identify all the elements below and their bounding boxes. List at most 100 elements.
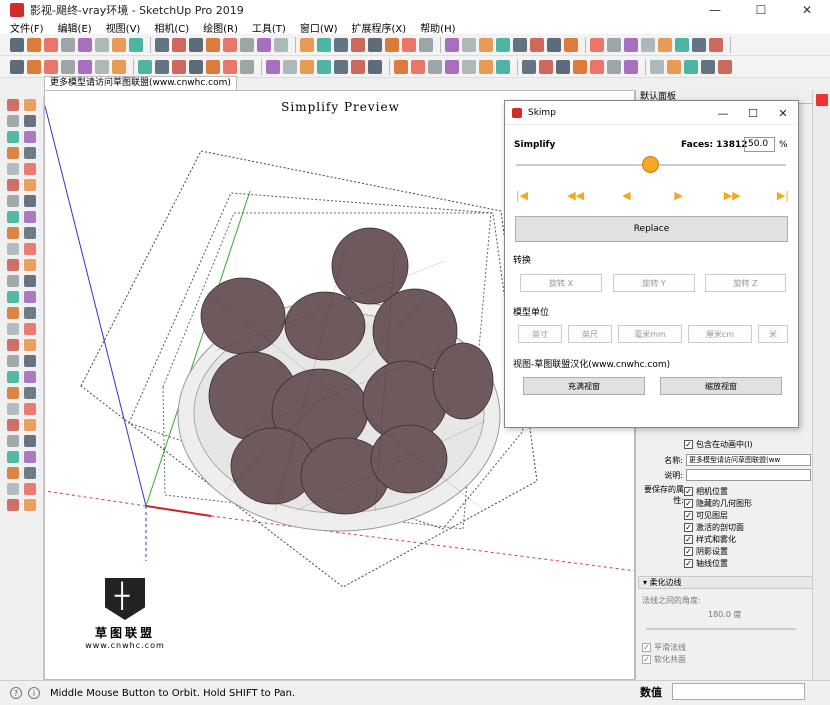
toolbar-tool-icon[interactable] [462, 37, 476, 52]
toolbar-tool-icon[interactable] [189, 37, 203, 52]
toolbar-tool-icon[interactable] [240, 59, 254, 74]
toolbar-tool-icon[interactable] [155, 37, 169, 52]
toolbar-tool-icon[interactable] [334, 37, 348, 52]
drawing-tool-icon[interactable] [24, 339, 37, 351]
drawing-tool-icon[interactable] [6, 259, 19, 271]
replace-button[interactable]: Replace [515, 216, 788, 242]
toolbar-tool-icon[interactable] [573, 59, 587, 74]
drawing-tool-icon[interactable] [6, 131, 19, 143]
toolbar-tool-icon[interactable] [240, 37, 254, 52]
saved-property-checkbox[interactable]: ✓ 轴线位置 [684, 558, 728, 569]
toolbar-tool-icon[interactable] [172, 37, 186, 52]
toolbar-tool-icon[interactable] [667, 59, 681, 74]
toolbar-tool-icon[interactable] [257, 37, 271, 52]
drawing-tool-icon[interactable] [6, 291, 19, 303]
rotate-y-button[interactable]: 旋转 Y [613, 274, 695, 292]
tray-scrollbar[interactable] [812, 90, 830, 680]
toolbar-tool-icon[interactable] [445, 37, 459, 52]
drawing-tool-icon[interactable] [6, 387, 19, 399]
toolbar-tool-icon[interactable] [385, 37, 399, 52]
drawing-tool-icon[interactable] [24, 435, 37, 447]
toolbar-tool-icon[interactable] [564, 37, 578, 52]
toolbar-tool-icon[interactable] [27, 59, 41, 74]
unit-mm-button[interactable]: 毫米mm [618, 325, 682, 343]
drawing-tool-icon[interactable] [24, 195, 37, 207]
drawing-tool-icon[interactable] [6, 339, 19, 351]
soften-coplanar-checkbox[interactable]: ✓ 软化共面 [642, 654, 686, 665]
dialog-minimize-button[interactable]: — [708, 101, 738, 125]
toolbar-tool-icon[interactable] [172, 59, 186, 74]
drawing-tool-icon[interactable] [6, 195, 19, 207]
toolbar-tool-icon[interactable] [701, 59, 715, 74]
toolbar-tool-icon[interactable] [300, 59, 314, 74]
toolbar-tool-icon[interactable] [522, 59, 536, 74]
drawing-tool-icon[interactable] [6, 483, 19, 495]
close-button[interactable]: ✕ [784, 0, 830, 20]
toolbar-tool-icon[interactable] [547, 37, 561, 52]
menu-help[interactable]: 帮助(H) [420, 20, 455, 35]
toolbar-tool-icon[interactable] [368, 59, 382, 74]
drawing-tool-icon[interactable] [24, 467, 37, 479]
dialog-maximize-button[interactable]: ☐ [738, 101, 768, 125]
drawing-tool-icon[interactable] [24, 211, 37, 223]
drawing-tool-icon[interactable] [24, 307, 37, 319]
toolbar-tool-icon[interactable] [445, 59, 459, 74]
measurements-input[interactable] [672, 683, 805, 700]
scene-desc-input[interactable] [686, 469, 811, 481]
toolbar-tool-icon[interactable] [27, 37, 41, 52]
drawing-tool-icon[interactable] [24, 179, 37, 191]
toolbar-tool-icon[interactable] [317, 37, 331, 52]
scene-name-input[interactable]: 更多模型请访问草图联盟(ww [686, 454, 811, 466]
unit-cm-button[interactable]: 厘米cm [688, 325, 752, 343]
fill-view-button[interactable]: 充满视窗 [523, 377, 645, 395]
drawing-tool-icon[interactable] [24, 275, 37, 287]
menu-extensions[interactable]: 扩展程序(X) [352, 20, 407, 35]
drawing-tool-icon[interactable] [6, 451, 19, 463]
toolbar-tool-icon[interactable] [44, 59, 58, 74]
drawing-tool-icon[interactable] [6, 179, 19, 191]
toolbar-tool-icon[interactable] [718, 59, 732, 74]
scene-tab[interactable]: 更多模型请访问草图联盟(www.cnwhc.com) [44, 76, 237, 90]
drawing-tool-icon[interactable] [24, 163, 37, 175]
unit-foot-button[interactable]: 英尺 [568, 325, 612, 343]
drawing-tool-icon[interactable] [24, 99, 37, 111]
toolbar-tool-icon[interactable] [317, 59, 331, 74]
drawing-tool-icon[interactable] [24, 259, 37, 271]
menu-file[interactable]: 文件(F) [10, 20, 44, 35]
info-icon[interactable]: i [28, 687, 40, 699]
drawing-tool-icon[interactable] [24, 483, 37, 495]
toolbar-tool-icon[interactable] [206, 59, 220, 74]
menu-tools[interactable]: 工具(T) [252, 20, 286, 35]
toolbar-tool-icon[interactable] [206, 37, 220, 52]
menu-edit[interactable]: 编辑(E) [58, 20, 92, 35]
toolbar-tool-icon[interactable] [266, 59, 280, 74]
drawing-tool-icon[interactable] [6, 419, 19, 431]
toolbar-tool-icon[interactable] [283, 59, 297, 74]
toolbar-tool-icon[interactable] [496, 37, 510, 52]
toolbar-tool-icon[interactable] [479, 37, 493, 52]
drawing-tool-icon[interactable] [24, 147, 37, 159]
drawing-tool-icon[interactable] [24, 291, 37, 303]
minimize-button[interactable]: — [692, 0, 738, 20]
toolbar-tool-icon[interactable] [334, 59, 348, 74]
toolbar-tool-icon[interactable] [95, 37, 109, 52]
fast-forward-icon[interactable]: ▶▶ [724, 189, 741, 202]
skip-to-end-icon[interactable]: ▶| [776, 189, 790, 202]
menu-view[interactable]: 视图(V) [106, 20, 141, 35]
toolbar-tool-icon[interactable] [10, 59, 24, 74]
drawing-tool-icon[interactable] [6, 115, 19, 127]
toolbar-tool-icon[interactable] [274, 37, 288, 52]
toolbar-tool-icon[interactable] [513, 37, 527, 52]
smooth-normals-checkbox[interactable]: ✓ 平滑法线 [642, 642, 686, 653]
saved-property-checkbox[interactable]: ✓ 样式和雾化 [684, 534, 736, 545]
simplify-slider-thumb[interactable] [642, 156, 659, 173]
toolbar-tool-icon[interactable] [419, 37, 433, 52]
toolbar-tool-icon[interactable] [496, 59, 510, 74]
toolbar-tool-icon[interactable] [129, 37, 143, 52]
drawing-tool-icon[interactable] [24, 227, 37, 239]
toolbar-tool-icon[interactable] [189, 59, 203, 74]
toolbar-tool-icon[interactable] [223, 59, 237, 74]
toolbar-tool-icon[interactable] [590, 59, 604, 74]
toolbar-tool-icon[interactable] [112, 37, 126, 52]
toolbar-tool-icon[interactable] [61, 59, 75, 74]
